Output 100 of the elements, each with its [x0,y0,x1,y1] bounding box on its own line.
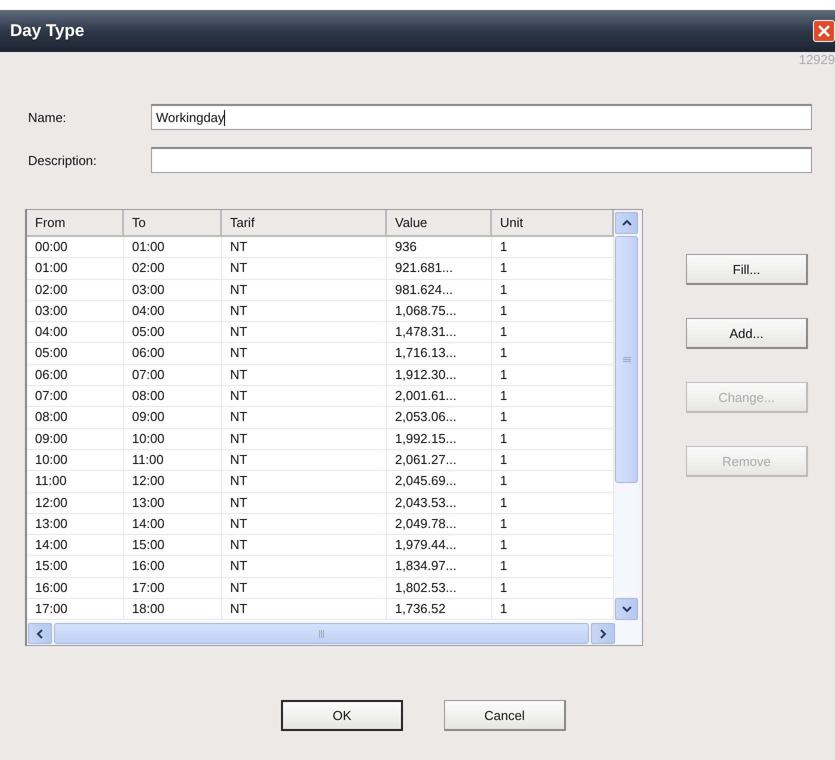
table-cell: 1,802.53... [387,578,492,598]
horizontal-scrollbar[interactable] [27,622,642,645]
window-title: Day Type [10,21,84,41]
table-cell: 11:00 [27,471,124,492]
column-header[interactable]: From [27,210,124,235]
table-cell: 14:00 [124,514,222,534]
table-cell: 09:00 [124,407,222,428]
table-cell: NT [222,514,387,534]
table-cell: 00:00 [27,237,124,258]
table-cell: NT [222,322,387,342]
table-cell: 1,992.15... [387,428,492,449]
table-cell: NT [222,599,387,620]
table-cell: 10:00 [124,428,222,449]
table-cell: 2,049.78... [387,514,492,534]
table-cell: NT [222,280,387,300]
table-cell: 04:00 [27,322,124,342]
table-cell: 17:00 [124,578,222,598]
table-cell: 05:00 [27,343,124,364]
table-cell: 2,045.69... [387,471,492,492]
table-cell: 14:00 [27,535,124,556]
scroll-left-button[interactable] [28,623,52,644]
table-cell: NT [222,364,387,386]
table-cell: 12:00 [27,492,124,513]
table-cell: 08:00 [124,386,222,406]
table-cell: NT [222,450,387,470]
table-cell: 1,478.31... [387,322,492,342]
table-cell: 981.624... [387,280,492,300]
column-header[interactable]: Value [387,210,492,235]
table-cell: 2,061.27... [387,450,492,470]
action-button[interactable]: Add... [686,318,808,349]
table-cell: NT [222,578,387,598]
chevron-up-icon [622,219,632,227]
table-cell: 1,068.75... [387,300,492,322]
table-cell: 04:00 [124,300,222,322]
table-cell: 2,001.61... [387,386,492,406]
table-cell: 16:00 [124,556,222,577]
table-cell: 07:00 [124,364,222,386]
table-cell: NT [222,428,387,449]
table-cell: NT [222,407,387,428]
table-cell: 17:00 [27,599,124,620]
table-cell: 1,736.52 [387,599,492,620]
table-cell: NT [222,300,387,322]
description-field[interactable] [151,147,812,173]
table-cell: 15:00 [27,556,124,577]
table-cell: NT [222,386,387,406]
chevron-left-icon [36,628,44,638]
chevron-right-icon [599,628,607,638]
table-cell: 936 [387,237,492,258]
table-cell: NT [222,343,387,364]
table-cell: 11:00 [124,450,222,470]
table-cell: 05:00 [124,322,222,342]
table-cell: 13:00 [124,492,222,513]
table-cell: NT [222,237,387,258]
table-cell: 10:00 [27,450,124,470]
table-cell: 03:00 [27,300,124,322]
scroll-thumb[interactable] [54,623,589,644]
table-cell: 03:00 [124,280,222,300]
table-cell: 15:00 [124,535,222,556]
table-cell: 09:00 [27,428,124,449]
scroll-down-button[interactable] [615,598,638,620]
table-cell: 12:00 [124,471,222,492]
column-header[interactable]: Tarif [222,210,387,235]
table-cell: NT [222,556,387,577]
scroll-thumb[interactable] [615,236,638,483]
scroll-right-button[interactable] [591,623,615,644]
table-cell: 07:00 [27,386,124,406]
action-button[interactable]: Fill... [686,254,808,285]
table-cell: 921.681... [387,258,492,279]
table-cell: NT [222,535,387,556]
name-field[interactable]: Workingday [151,104,812,130]
field-label: Description: [27,152,98,168]
table-cell: 01:00 [124,237,222,258]
close-button[interactable] [813,20,835,42]
table-cell: NT [222,258,387,279]
table-cell: 2,043.53... [387,492,492,513]
table-cell: 06:00 [124,343,222,364]
table-cell: 1,979.44... [387,535,492,556]
table-cell: 01:00 [27,258,124,279]
table-cell: 2,053.06... [387,407,492,428]
table-cell: NT [222,471,387,492]
table-cell: 1,834.97... [387,556,492,577]
table-cell: 18:00 [124,599,222,620]
table-cell: 1,716.13... [387,343,492,364]
table-cell: 13:00 [27,514,124,534]
table-cell: 08:00 [27,407,124,428]
cancel-button[interactable]: Cancel [444,700,566,731]
table-cell: 02:00 [124,258,222,279]
table-cell: 1,912.30... [387,364,492,386]
vertical-scrollbar[interactable] [614,210,639,622]
table-cell: NT [222,492,387,513]
close-icon [816,23,832,39]
table-cell: 02:00 [27,280,124,300]
id-text: 12929 [798,52,835,69]
grip-icon [622,356,630,362]
ok-button[interactable]: OK [281,700,403,731]
column-header[interactable]: To [124,210,222,235]
table-cell: 06:00 [27,364,124,386]
chevron-down-icon [622,605,632,613]
scroll-up-button[interactable] [615,212,638,234]
table-cell: 16:00 [27,578,124,598]
